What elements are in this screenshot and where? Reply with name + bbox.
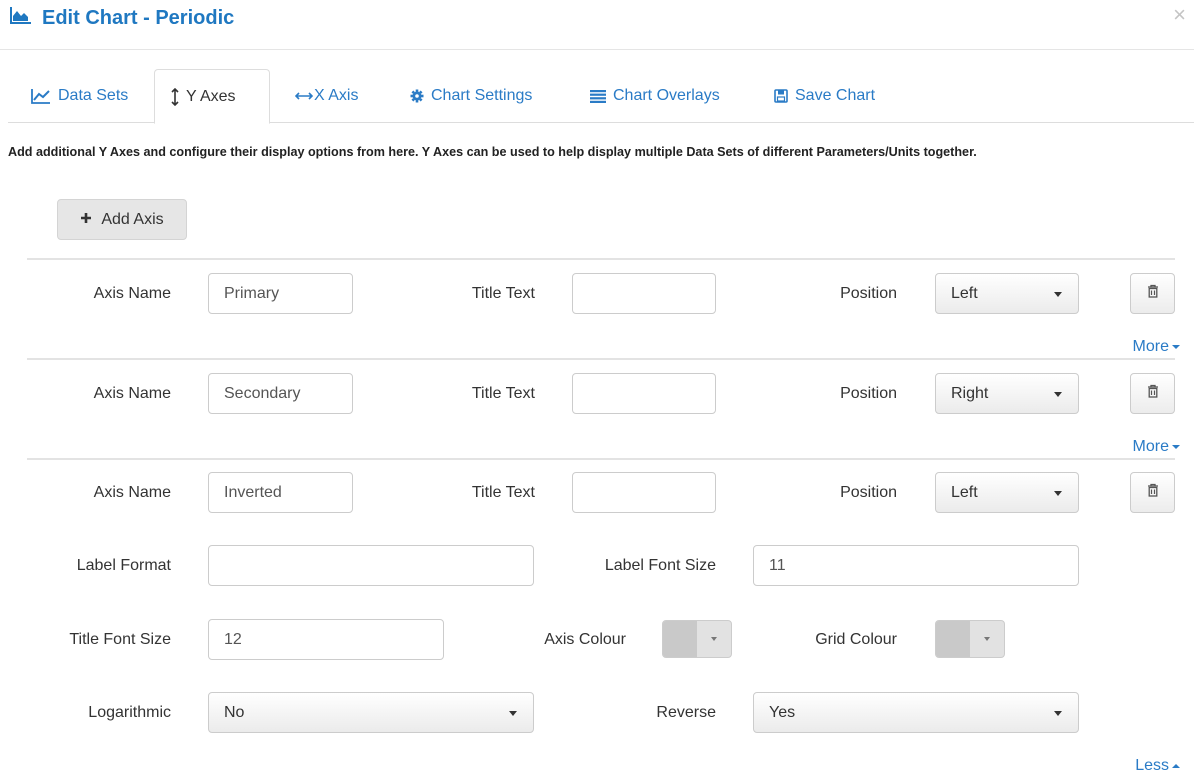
grid-colour-label: Grid Colour [815, 631, 897, 648]
plus-icon [80, 211, 92, 229]
chevron-down-icon [1054, 392, 1062, 397]
chevron-down-icon [1054, 711, 1062, 716]
tab-label: Y Axes [186, 87, 236, 105]
dialog-title: Edit Chart - Periodic [10, 6, 234, 30]
tab-description: Add additional Y Axes and configure thei… [8, 145, 977, 159]
trash-icon [1147, 384, 1159, 403]
delete-axis-button[interactable] [1130, 373, 1175, 414]
tab-x-axis[interactable]: X Axis [279, 69, 374, 123]
axis-name-input[interactable]: Secondary [208, 373, 353, 414]
dialog-title-text: Edit Chart - Periodic [42, 6, 235, 29]
gear-icon [410, 89, 424, 103]
area-chart-icon [10, 6, 32, 30]
list-icon [590, 89, 606, 103]
tab-label: Save Chart [795, 87, 876, 104]
axis-name-input[interactable]: Primary [208, 273, 353, 314]
label-format-label: Label Format [76, 557, 171, 574]
axis-name-label: Axis Name [93, 285, 171, 302]
logarithmic-label: Logarithmic [88, 704, 171, 721]
grid-colour-picker[interactable] [935, 620, 1005, 658]
title-text-input[interactable] [572, 472, 716, 513]
axis-colour-picker[interactable] [662, 620, 732, 658]
more-toggle[interactable]: More [1133, 338, 1180, 356]
more-label: More [1132, 438, 1169, 455]
reverse-value: Yes [769, 703, 796, 721]
reverse-label: Reverse [656, 704, 716, 721]
position-select[interactable]: Left [935, 472, 1079, 513]
axis-divider [27, 258, 1175, 260]
tab-label: X Axis [314, 87, 359, 104]
tab-y-axes[interactable]: Y Axes [154, 69, 270, 124]
chevron-down-icon [1054, 292, 1062, 297]
position-label: Position [840, 484, 897, 501]
tab-data-sets[interactable]: Data Sets [15, 69, 144, 123]
axis-colour-label: Axis Colour [544, 631, 626, 648]
delete-axis-button[interactable] [1130, 472, 1175, 513]
title-font-size-label: Title Font Size [69, 631, 171, 648]
tab-label: Chart Overlays [613, 87, 720, 104]
less-toggle[interactable]: Less [1135, 757, 1180, 775]
axis-name-label: Axis Name [93, 484, 171, 501]
logarithmic-select[interactable]: No [208, 692, 534, 733]
chevron-down-icon [711, 637, 717, 641]
dialog-header: Edit Chart - Periodic × [0, 0, 1194, 50]
add-axis-label: Add Axis [101, 210, 164, 228]
delete-axis-button[interactable] [1130, 273, 1175, 314]
position-value: Left [951, 284, 978, 302]
less-label: Less [1135, 757, 1169, 774]
title-font-size-input[interactable]: 12 [208, 619, 444, 660]
axis-name-input[interactable]: Inverted [208, 472, 353, 513]
more-label: More [1132, 338, 1169, 355]
label-font-size-label: Label Font Size [604, 557, 716, 574]
vertical-arrows-icon [171, 87, 179, 106]
caret-up-icon [1172, 764, 1180, 768]
position-select[interactable]: Left [935, 273, 1079, 314]
chevron-down-icon [984, 637, 990, 641]
chevron-down-icon [509, 711, 517, 716]
close-icon[interactable]: × [1173, 4, 1186, 26]
axis-name-label: Axis Name [93, 385, 171, 402]
title-text-label: Title Text [471, 484, 535, 501]
colour-swatch [936, 621, 970, 657]
tab-label: Chart Settings [431, 87, 533, 104]
colour-swatch [663, 621, 697, 657]
trash-icon [1147, 284, 1159, 303]
horizontal-arrows-icon [295, 92, 313, 100]
position-label: Position [840, 385, 897, 402]
line-chart-icon [31, 88, 51, 104]
tab-label: Data Sets [58, 87, 129, 104]
floppy-disk-icon [774, 89, 788, 103]
caret-down-icon [1172, 345, 1180, 349]
position-label: Position [840, 285, 897, 302]
title-text-label: Title Text [471, 385, 535, 402]
tab-bar: Data Sets Y Axes X Axis Chart Settings C… [8, 69, 1194, 124]
position-value: Left [951, 483, 978, 501]
more-toggle[interactable]: More [1133, 438, 1180, 456]
title-text-input[interactable] [572, 273, 716, 314]
tab-save-chart[interactable]: Save Chart [758, 69, 891, 123]
tab-chart-overlays[interactable]: Chart Overlays [574, 69, 736, 123]
chevron-down-icon [1054, 491, 1062, 496]
title-text-input[interactable] [572, 373, 716, 414]
axis-divider [27, 358, 1175, 360]
label-format-input[interactable] [208, 545, 534, 586]
position-value: Right [951, 384, 989, 402]
reverse-select[interactable]: Yes [753, 692, 1079, 733]
label-font-size-input[interactable]: 11 [753, 545, 1079, 586]
title-text-label: Title Text [471, 285, 535, 302]
position-select[interactable]: Right [935, 373, 1079, 414]
caret-down-icon [1172, 445, 1180, 449]
trash-icon [1147, 483, 1159, 502]
axis-divider [27, 458, 1175, 460]
add-axis-button[interactable]: Add Axis [57, 199, 187, 240]
tab-chart-settings[interactable]: Chart Settings [394, 69, 548, 123]
logarithmic-value: No [224, 703, 245, 721]
